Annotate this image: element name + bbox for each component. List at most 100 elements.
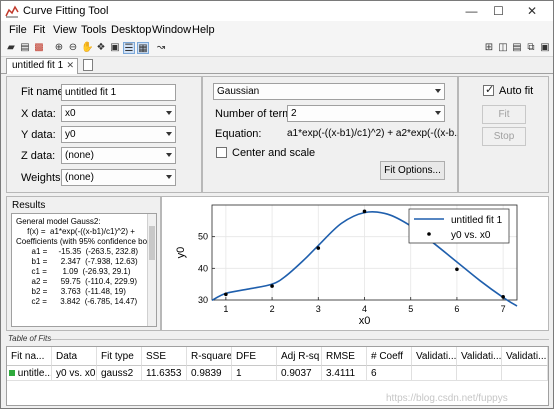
results-line: b2 = 3.763 (-11.48, 19): [16, 287, 126, 296]
menu-tools[interactable]: Tools: [81, 24, 107, 36]
zdata-value: (none): [65, 150, 94, 161]
zoom-in-icon[interactable]: ⊕: [53, 42, 65, 54]
column-header[interactable]: Adj R-sq: [277, 347, 322, 366]
menu-window[interactable]: Window: [152, 24, 191, 36]
column-header[interactable]: RMSE: [322, 347, 367, 366]
tile-columns-icon[interactable]: ◫: [497, 42, 509, 54]
xdata-select[interactable]: x0: [61, 105, 176, 122]
import-data-icon[interactable]: ▰: [5, 42, 17, 54]
ydata-label: Y data:: [21, 129, 56, 141]
zdata-label: Z data:: [21, 150, 56, 162]
x-tick-label: 3: [316, 304, 321, 314]
fit-controls-panel: ✓ Auto fit Fit Stop: [458, 76, 549, 193]
auto-fit-label: Auto fit: [499, 85, 534, 97]
maximize-button[interactable]: ☐: [485, 1, 512, 21]
data-point: [224, 292, 228, 297]
table-cell: 11.6353: [142, 366, 187, 381]
x-tick-label: 6: [454, 304, 459, 314]
menu-help[interactable]: Help: [192, 24, 215, 36]
y-tick-label: 50: [198, 232, 208, 242]
tile-layout-icon[interactable]: ⊞: [483, 42, 495, 54]
ydata-value: y0: [65, 129, 76, 140]
table-cell: [457, 366, 502, 381]
data-point: [316, 246, 321, 250]
exclude-outliers-icon[interactable]: ▣: [109, 42, 121, 54]
fit-tab-strip: untitled fit 1 ✕: [1, 57, 553, 74]
menu-fit[interactable]: Fit: [33, 24, 45, 36]
tile-rows-icon[interactable]: ▤: [511, 42, 523, 54]
results-text-area[interactable]: General model Gauss2: f(x) = a1*exp(-((x…: [11, 213, 157, 327]
column-header[interactable]: SSE: [142, 347, 187, 366]
table-cell: 3.4111: [322, 366, 367, 381]
data-point: [362, 209, 367, 214]
minimize-button[interactable]: —: [458, 1, 485, 21]
menu-desktop[interactable]: Desktop: [111, 24, 151, 36]
new-fit-icon[interactable]: [83, 59, 93, 71]
table-cell: y0 vs. x0: [52, 366, 97, 381]
ydata-select[interactable]: y0: [61, 126, 176, 143]
plot-legend[interactable]: untitled fit 1 y0 vs. x0: [408, 208, 510, 244]
y-axis-label: y0: [175, 247, 187, 259]
auto-fit-checkbox[interactable]: ✓: [483, 84, 495, 96]
tab-untitled-fit-1[interactable]: untitled fit 1 ✕: [6, 58, 78, 74]
watermark-text: https://blog.csdn.net/fuppys: [386, 393, 508, 404]
terms-select[interactable]: 2: [287, 105, 445, 122]
data-cursor-icon[interactable]: ❖: [95, 42, 107, 54]
column-header[interactable]: Validati...: [457, 347, 502, 366]
column-header[interactable]: Fit type: [97, 347, 142, 366]
results-scrollbar[interactable]: [147, 214, 156, 326]
close-window-button[interactable]: ✕: [512, 1, 552, 21]
curve-fitting-window: Curve Fitting Tool — ☐ ✕ File Fit View T…: [0, 0, 554, 409]
table-title-divider: [51, 339, 549, 340]
column-header[interactable]: # Coeff: [367, 347, 412, 366]
table-cell: untitle...: [7, 366, 52, 381]
model-type-value: Gaussian: [217, 86, 260, 97]
menu-file[interactable]: File: [9, 24, 27, 36]
model-type-select[interactable]: Gaussian: [213, 83, 445, 100]
checkmark-icon: ✓: [485, 84, 495, 96]
fit-name-field[interactable]: untitled fit 1: [61, 84, 176, 101]
results-line: General model Gauss2:: [16, 217, 101, 226]
center-scale-checkbox[interactable]: [216, 147, 227, 158]
results-line: Coefficients (with 95% confidence bou: [16, 237, 152, 246]
print-icon[interactable]: ▤: [19, 42, 31, 54]
menu-view[interactable]: View: [53, 24, 77, 36]
column-header[interactable]: Data: [52, 347, 97, 366]
x-tick-label: 2: [270, 304, 275, 314]
fit-options-button[interactable]: Fit Options...: [380, 161, 445, 180]
scrollbar-thumb[interactable]: [149, 226, 155, 260]
legend-toggle-icon[interactable]: ☰: [123, 42, 135, 54]
results-line: c2 = 3.842 (-6.785, 14.47): [16, 297, 138, 306]
legend-point-swatch: [427, 232, 431, 236]
dropdown-arrow-icon: [435, 89, 441, 93]
fit-plot[interactable]: 1 2 3 4 5 6 7 30 40 50 x0 y0 untitled fit 1 y0 vs…: [162, 197, 548, 330]
color-map-icon[interactable]: ▩: [33, 42, 45, 54]
zdata-select[interactable]: (none): [61, 147, 176, 164]
data-panel: Fit name: untitled fit 1 X data: x0 Y da…: [6, 76, 202, 193]
close-icon[interactable]: ✕: [66, 60, 74, 71]
weights-select[interactable]: (none): [61, 169, 176, 186]
fit-name-label: Fit name:: [21, 86, 67, 98]
column-header[interactable]: Validati...: [502, 347, 548, 366]
column-header[interactable]: DFE: [232, 347, 277, 366]
title-bar: Curve Fitting Tool — ☐ ✕: [1, 1, 553, 21]
data-point: [270, 284, 274, 288]
column-header[interactable]: R-square: [187, 347, 232, 366]
xdata-label: X data:: [21, 108, 56, 120]
zoom-out-icon[interactable]: ⊖: [67, 42, 79, 54]
column-header[interactable]: Validati...: [412, 347, 457, 366]
fit-button[interactable]: Fit: [482, 105, 526, 124]
tile-single-icon[interactable]: ▣: [539, 42, 551, 54]
results-line: f(x) = a1*exp(-((x-b1)/c1)^2) +: [16, 227, 135, 236]
float-icon[interactable]: ⧉: [525, 42, 537, 54]
table-title: Table of Fits: [8, 334, 52, 343]
stop-button[interactable]: Stop: [482, 127, 526, 146]
pan-hand-icon[interactable]: ✋: [81, 42, 93, 54]
column-header[interactable]: Fit na...: [7, 347, 52, 366]
table-cell: [412, 366, 457, 381]
grid-toggle-icon[interactable]: ▦: [137, 42, 149, 54]
table-cell: 0.9839: [187, 366, 232, 381]
dropdown-arrow-icon: [166, 175, 172, 179]
axes-limits-icon[interactable]: ↝: [155, 42, 167, 54]
fit-status-icon: [9, 370, 15, 377]
